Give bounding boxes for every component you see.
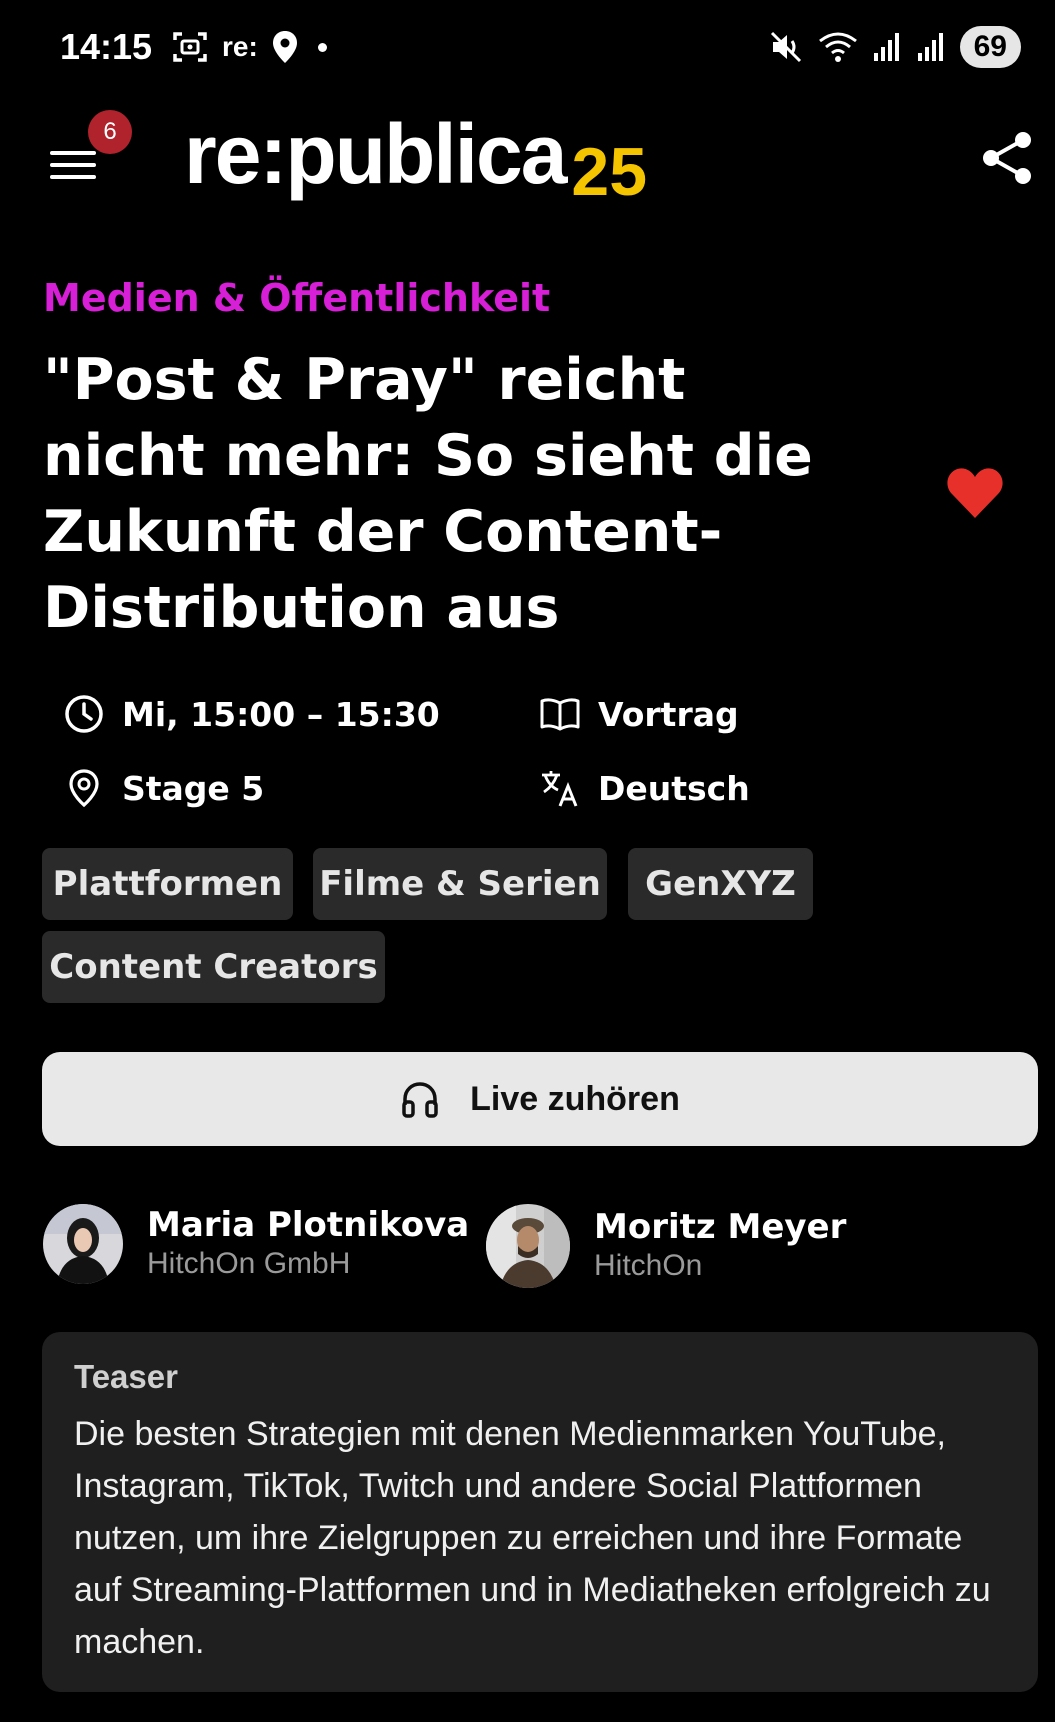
speaker-info: Moritz Meyer HitchOn [594, 1207, 846, 1285]
session-category[interactable]: Medien & Öffentlichkeit [43, 276, 550, 320]
speaker-card[interactable]: Maria Plotnikova HitchOn GmbH [43, 1204, 469, 1284]
status-time: 14:15 [60, 26, 153, 67]
translate-icon [542, 771, 578, 807]
speaker-card[interactable]: Moritz Meyer HitchOn [486, 1204, 846, 1288]
live-listen-label: Live zuhören [470, 1079, 680, 1118]
book-icon [540, 698, 580, 731]
session-location-text: Stage 5 [122, 768, 265, 808]
logo-number: 25 [571, 134, 648, 210]
session-language-text: Deutsch [598, 768, 750, 808]
app-logo: re:publica 25 [184, 106, 647, 210]
tag-chip[interactable]: Content Creators [42, 931, 385, 1003]
signal-icon [873, 33, 899, 61]
menu-icon-bar [50, 163, 96, 167]
share-icon[interactable] [977, 128, 1037, 188]
menu-icon [50, 151, 96, 155]
speaker-info: Maria Plotnikova HitchOn GmbH [147, 1205, 469, 1283]
tag-chip[interactable]: Plattformen [42, 848, 293, 920]
battery-indicator: 69 [959, 26, 1021, 68]
speaker-name: Maria Plotnikova [147, 1205, 470, 1245]
menu-icon-bar [50, 175, 96, 179]
headphones-icon [402, 1082, 438, 1118]
tag-chip[interactable]: Filme & Serien [313, 848, 607, 920]
location-icon [272, 31, 297, 63]
app-header: 6 re:publica 25 [0, 96, 1055, 226]
live-listen-button[interactable]: Live zuhören [42, 1052, 1038, 1146]
session-time-text: Mi, 15:00 – 15:30 [122, 694, 440, 734]
avatar [43, 1204, 123, 1284]
app-indicator: re: [222, 31, 258, 62]
clock-icon [65, 695, 103, 733]
avatar [486, 1204, 570, 1288]
session-time: Mi, 15:00 – 15:30 [64, 694, 440, 734]
teaser-card: Teaser Die besten Strategien mit denen M… [42, 1332, 1038, 1692]
wifi-icon [818, 32, 857, 62]
session-location: Stage 5 [64, 768, 264, 808]
signal-icon [917, 33, 943, 61]
logo-text: re:publica [184, 107, 567, 201]
location-pin-icon [69, 769, 99, 808]
teaser-text: Die besten Strategien mit denen Medienma… [74, 1415, 991, 1661]
notification-badge: 6 [88, 110, 132, 154]
speaker-org: HitchOn GmbH [147, 1247, 351, 1280]
tag-chip[interactable]: GenXYZ [628, 848, 813, 920]
status-left-icons: re: [172, 30, 327, 64]
notification-dot [317, 42, 327, 52]
session-format-text: Vortrag [598, 694, 739, 734]
speaker-org: HitchOn [594, 1249, 703, 1282]
status-bar: 14:15 re: 69 [0, 0, 1055, 96]
screenshot-icon [173, 32, 207, 62]
session-language: Deutsch [540, 768, 750, 808]
status-right-icons: 69 [770, 26, 1021, 68]
session-format: Vortrag [540, 694, 739, 734]
session-title: "Post & Pray" reicht nicht mehr: So sieh… [43, 347, 813, 641]
heart-icon[interactable] [944, 462, 1006, 524]
speaker-name: Moritz Meyer [594, 1207, 847, 1247]
mute-icon [770, 31, 801, 63]
teaser-label: Teaser [74, 1358, 178, 1395]
